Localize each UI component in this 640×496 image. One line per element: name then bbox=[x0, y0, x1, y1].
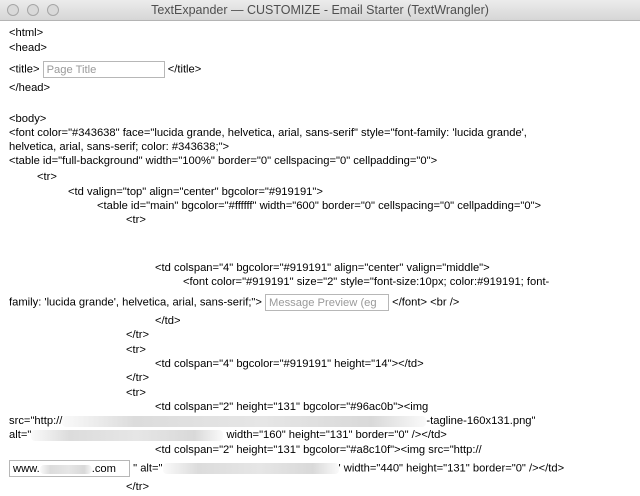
app-window: TextExpander — CUSTOMIZE - Email Starter… bbox=[0, 0, 640, 496]
code-line: <font color="#343638" face="lucida grand… bbox=[9, 127, 527, 139]
code-line: <body> bbox=[9, 113, 47, 125]
redacted-text bbox=[162, 463, 339, 474]
code-line: </head> bbox=[9, 82, 51, 94]
code-text: width="160" height="131" border="0" /></… bbox=[226, 429, 447, 441]
code-line: </tr> bbox=[126, 481, 150, 493]
code-line: <table id="main" bgcolor="#ffffff" width… bbox=[97, 200, 542, 212]
url-field-value: www. bbox=[13, 463, 40, 475]
code-line: <tr> bbox=[37, 171, 57, 183]
code-line: www. .com " alt=" ' width="440" height="13… bbox=[9, 460, 564, 477]
message-preview-fill-in-field[interactable]: Message Preview (eg bbox=[265, 294, 390, 311]
code-text: alt=" bbox=[9, 429, 32, 441]
redacted-text bbox=[31, 429, 224, 441]
code-line: <tr> bbox=[126, 214, 146, 226]
code-line: <table id="full-background" width="100%"… bbox=[9, 155, 438, 167]
code-line: <tr> bbox=[126, 387, 146, 399]
code-line: alt=" width="160" height="131" border="0… bbox=[9, 428, 447, 442]
code-line: <td colspan="2" height="131" bgcolor="#a… bbox=[155, 444, 482, 456]
page-title-fill-in-field[interactable]: Page Title bbox=[42, 61, 165, 78]
code-line: <font color="#919191" size="2" style="fo… bbox=[183, 276, 550, 288]
code-line: <td colspan="4" bgcolor="#919191" align=… bbox=[155, 262, 490, 274]
code-line: </td> bbox=[155, 315, 181, 327]
redacted-text bbox=[39, 464, 92, 474]
code-line: src="http:// -tagline-160x131.png" bbox=[9, 414, 536, 428]
code-line: <td valign="top" align="center" bgcolor=… bbox=[68, 186, 323, 198]
vertical-scrollbar[interactable] bbox=[634, 21, 640, 496]
code-text: " alt=" bbox=[133, 462, 163, 475]
code-text: family: 'lucida grande', helvetica, aria… bbox=[9, 296, 262, 309]
code-line: family: 'lucida grande', helvetica, aria… bbox=[9, 294, 459, 311]
code-text: -tagline-160x131.png" bbox=[426, 415, 536, 427]
code-text: </title> bbox=[167, 63, 202, 76]
code-line: <head> bbox=[9, 42, 47, 54]
code-text: </font> <br /> bbox=[392, 296, 460, 309]
url-fill-in-field[interactable]: www. .com bbox=[9, 460, 130, 477]
code-text: ' width="440" height="131" border="0" />… bbox=[338, 462, 565, 475]
code-text: <title> bbox=[9, 63, 40, 76]
code-line: helvetica, arial, sans-serif; color: #34… bbox=[9, 141, 230, 153]
url-field-tail: .com bbox=[91, 463, 116, 475]
code-line: </tr> bbox=[126, 329, 150, 341]
code-text: src="http:// bbox=[9, 415, 63, 427]
window-title: TextExpander — CUSTOMIZE - Email Starter… bbox=[151, 3, 489, 17]
code-line: <title> Page Title </title> bbox=[9, 61, 201, 78]
snippet-editor[interactable]: <html> <head> <title> Page Title </title… bbox=[0, 21, 640, 496]
code-line: <td colspan="4" bgcolor="#919191" height… bbox=[155, 358, 424, 370]
title-bar[interactable]: TextExpander — CUSTOMIZE - Email Starter… bbox=[0, 0, 640, 21]
redacted-text bbox=[62, 415, 427, 427]
code-line: </tr> bbox=[126, 372, 150, 384]
code-line: <td colspan="2" height="131" bgcolor="#9… bbox=[155, 401, 429, 413]
code-line: <tr> bbox=[126, 344, 146, 356]
code-line: <html> bbox=[9, 27, 44, 39]
